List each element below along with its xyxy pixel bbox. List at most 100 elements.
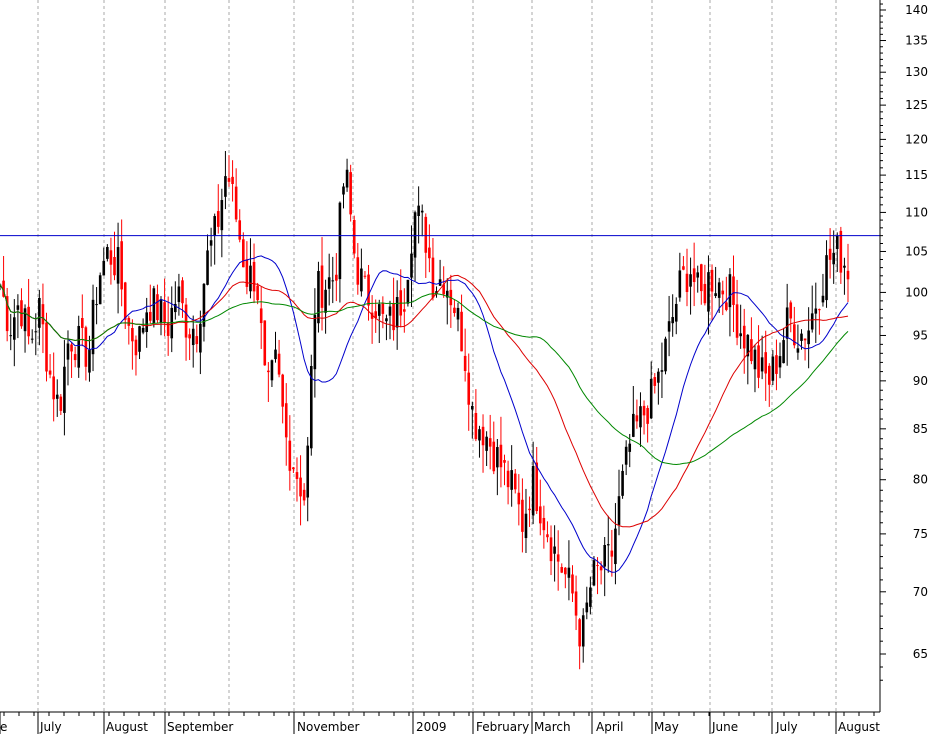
candle-body [735,304,739,338]
candle-body [152,288,156,324]
candle-body [159,299,163,324]
candle-body [564,567,567,575]
candle-body [80,317,84,328]
candle-body [535,462,539,512]
candle-body [38,297,41,328]
candle-body [581,615,585,647]
candle-body [617,496,621,525]
candle-body [59,396,63,411]
y-tick-label: 95 [913,328,928,342]
candle-body [34,331,38,333]
candle-body [832,252,835,265]
candle-body [263,320,267,366]
candle-body [231,176,234,185]
candle-body [732,276,735,305]
candle-body [163,302,166,323]
candle-body [764,352,768,374]
candle-body [725,302,728,310]
candle-body [30,338,34,340]
candle-body [406,279,410,304]
candle-body [657,371,660,383]
candle-body [603,544,606,567]
candle-body [453,307,456,314]
candle-body [828,248,832,260]
candle-body [646,408,649,424]
candle-body [428,247,431,259]
candle-body [431,257,435,298]
candle-body [556,554,560,562]
candle-body [177,286,181,303]
candle-body [703,283,707,304]
candle-body [91,299,95,355]
candle-body [778,356,782,368]
candle-body [825,255,828,301]
candle-body [574,591,578,616]
candle-body [506,470,510,488]
candle-body [191,328,195,346]
candle-body [249,265,252,292]
candle-body [674,303,678,322]
y-tick-label: 80 [913,473,928,487]
candle-body [488,438,492,447]
candle-body [388,306,392,316]
candle-body [814,308,818,314]
candle-body [148,311,152,321]
candle-body [288,440,292,471]
candle-body [98,275,102,305]
candle-body [327,277,331,289]
candle-body [538,506,542,524]
candle-body [77,325,81,368]
candle-body [610,550,614,557]
y-tick-label: 130 [905,65,928,79]
candle-body [821,295,825,303]
candle-body [503,460,506,463]
candle-body [123,282,127,320]
candle-body [113,257,116,276]
candle-body [338,202,342,280]
candle-body [363,275,367,277]
candle-body [256,285,259,301]
y-tick-label: 70 [913,585,928,599]
candle-body [417,205,420,217]
candle-body [95,304,98,306]
candle-body [699,264,703,292]
candle-body [696,272,700,278]
candle-body [352,219,356,254]
candle-body [549,537,553,562]
candle-body [531,466,535,516]
candle-body [206,250,209,285]
candle-body [728,274,732,308]
candle-body [499,444,503,468]
candle-body [45,322,48,372]
candle-body [131,327,134,342]
x-tick-label: August [838,720,880,734]
candle-body [624,446,628,465]
candle-body [267,370,270,373]
candle-body [685,273,689,293]
price-chart: 140 135 130 125 120 115 110 105 100 95 90 85 80 75 70 6… [0,0,932,734]
candle-body [585,602,589,613]
candle-body [621,470,624,496]
candle-body [367,274,370,306]
x-tick-label: June [711,720,738,734]
candle-body [356,257,360,285]
candle-body [553,546,556,554]
candle-body [281,374,284,407]
candle-body [102,260,106,276]
y-tick-label: 90 [913,374,928,388]
candle-body [775,355,778,374]
candle-body [274,349,277,360]
candle-body [73,354,77,361]
candle-body [456,307,460,320]
candle-body [302,489,306,501]
x-tick-label: November [297,720,359,734]
candle-body [710,269,714,292]
candle-body [134,339,138,356]
candle-body [66,343,70,360]
x-tick-label: September [167,720,233,734]
y-tick-label: 110 [905,205,928,219]
candle-body [496,447,499,468]
candle-body [560,567,564,573]
candle-body [324,289,327,313]
candle-body [306,445,310,498]
